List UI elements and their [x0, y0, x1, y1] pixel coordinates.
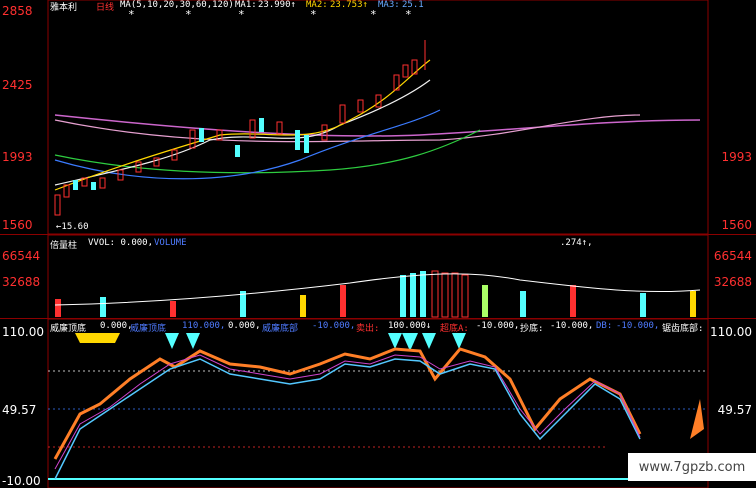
indicator-tick: -10.00: [2, 474, 41, 488]
indicator-v1: 110.000,: [182, 321, 226, 331]
db-label: DB:: [596, 321, 613, 331]
vvol-label: VVOL: 0.000,: [88, 238, 154, 248]
star-marker: *: [238, 8, 245, 21]
indicator-tick: 110.00: [2, 325, 44, 339]
dip-value: -10.000,: [476, 321, 520, 331]
price-panel: 雅本利 日线 MA(5,10,20,30,60,120) MA1: 23.990…: [0, 0, 756, 234]
indicator-tick-right: 110.00: [710, 325, 752, 339]
star-marker: *: [310, 8, 317, 21]
star-marker: *: [128, 8, 135, 21]
star-marker: *: [185, 8, 192, 21]
volume-tick-right: 66544: [713, 249, 752, 263]
watermark: www.7gpzb.com: [628, 453, 756, 481]
indicator-tick: 49.57: [2, 403, 37, 417]
volume-panel: 倍量柱 VVOL: 0.000, VOLUME .274↑, 66544 326…: [0, 234, 756, 319]
bottom-value: -10.000,: [550, 321, 594, 331]
indicator-tick-right: 49.57: [717, 403, 752, 417]
star-marker: *: [405, 8, 412, 21]
volume-tick: 32688: [2, 275, 41, 289]
stock-name: 雅本利: [50, 3, 78, 13]
price-tick-right: 1993: [721, 150, 752, 164]
ma-label: MA(5,10,20,30,60,120): [120, 0, 234, 10]
volume-bars: [55, 270, 696, 318]
ma3-label: MA3:: [378, 0, 400, 10]
volume-title: 倍量柱: [50, 241, 78, 251]
indicator-v3: -10.000,: [312, 321, 356, 331]
indicator-label1: 威廉顶底: [130, 324, 167, 334]
indicator-name: 威廉顶底: [50, 324, 87, 334]
price-tick-right: 1560: [721, 218, 752, 232]
saw-label: 锯齿底部:: [662, 324, 704, 334]
volume-value: .274↑,: [560, 238, 593, 248]
sell-value: 100.000↓: [388, 321, 432, 331]
volume-label: VOLUME: [154, 238, 187, 248]
indicator-label2: 威廉底部: [262, 324, 299, 334]
low-marker: ←15.60: [56, 222, 89, 232]
price-tick: 2425: [2, 78, 33, 92]
price-tick: 1560: [2, 218, 33, 232]
price-chart: [47, 0, 709, 234]
volume-tick: 66544: [2, 249, 41, 263]
db-value: -10.000,: [616, 321, 660, 331]
candlesticks: [54, 40, 426, 216]
star-marker: *: [370, 8, 377, 21]
bottom-label: 抄底:: [520, 324, 544, 334]
volume-tick-right: 32688: [713, 275, 752, 289]
indicator-v0: 0.000,: [100, 321, 133, 331]
dip-label: 超底A:: [440, 324, 469, 334]
price-tick: 1993: [2, 150, 33, 164]
sell-label: 卖出:: [356, 324, 380, 334]
ma1-value: 23.990↑: [258, 0, 296, 10]
period-label: 日线: [96, 3, 115, 13]
ma2-value: 23.753↑: [330, 0, 368, 10]
price-tick: 2858: [2, 4, 33, 18]
indicator-v2: 0.000,: [228, 321, 261, 331]
